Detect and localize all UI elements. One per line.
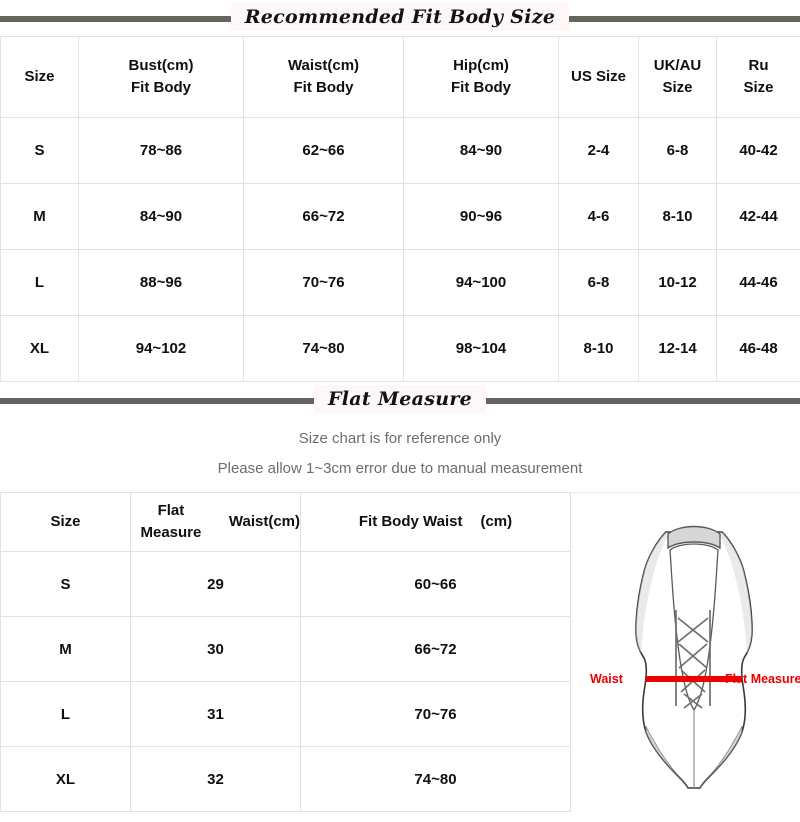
cell-fit: 60~66 bbox=[301, 552, 571, 617]
cell-us: 2-4 bbox=[559, 118, 639, 184]
cell-ru: 42-44 bbox=[717, 184, 800, 250]
header-ru-line2: Size bbox=[717, 77, 800, 100]
cell-size: M bbox=[1, 184, 79, 250]
header-flat-waist-unit: Waist(cm) bbox=[229, 511, 300, 534]
cell-size: S bbox=[1, 118, 79, 184]
header-waist-line2: Fit Body bbox=[244, 77, 403, 100]
cell-fit: 74~80 bbox=[301, 747, 571, 812]
cell-size: XL bbox=[1, 316, 79, 382]
cell-flat: 30 bbox=[131, 617, 301, 682]
header-flat-measure-label: Flat Measure bbox=[131, 500, 211, 545]
table-row: M3066~72 bbox=[1, 617, 571, 682]
cell-uk: 6-8 bbox=[639, 118, 717, 184]
measurement-notes: Size chart is for reference only Please … bbox=[0, 416, 800, 484]
header-size-label: Size bbox=[24, 68, 54, 85]
garment-illustration: Waist Flat Measure bbox=[588, 510, 800, 810]
flat-measure-label: Flat Measure bbox=[725, 673, 800, 686]
cell-flat: 32 bbox=[131, 747, 301, 812]
cell-bust: 84~90 bbox=[79, 184, 244, 250]
cell-size: XL bbox=[1, 747, 131, 812]
cell-ru: 46-48 bbox=[717, 316, 800, 382]
cell-us: 4-6 bbox=[559, 184, 639, 250]
cell-waist: 62~66 bbox=[244, 118, 404, 184]
header-hip: Hip(cm) Fit Body bbox=[404, 37, 559, 118]
cell-waist: 74~80 bbox=[244, 316, 404, 382]
header-size: Size bbox=[1, 493, 131, 552]
cell-uk: 12-14 bbox=[639, 316, 717, 382]
header-us-size: US Size bbox=[559, 37, 639, 118]
header-uk-line2: Size bbox=[639, 77, 716, 100]
waist-label: Waist bbox=[590, 673, 623, 686]
header-uk-au-size: UK/AU Size bbox=[639, 37, 717, 118]
cell-hip: 98~104 bbox=[404, 316, 559, 382]
table-row: M84~9066~7290~964-68-1042-44 bbox=[1, 184, 800, 250]
cell-hip: 90~96 bbox=[404, 184, 559, 250]
table-row: XL3274~80 bbox=[1, 747, 571, 812]
table-row: S2960~66 bbox=[1, 552, 571, 617]
cell-bust: 88~96 bbox=[79, 250, 244, 316]
table-row: XL94~10274~8098~1048-1012-1446-48 bbox=[1, 316, 800, 382]
flat-measure-section-title: Flat Measure bbox=[0, 382, 800, 416]
cell-waist: 66~72 bbox=[244, 184, 404, 250]
table-row: L3170~76 bbox=[1, 682, 571, 747]
header-us-size-label: US Size bbox=[571, 68, 626, 85]
cell-flat: 31 bbox=[131, 682, 301, 747]
header-bust-line1: Bust(cm) bbox=[79, 55, 243, 78]
header-bust: Bust(cm) Fit Body bbox=[79, 37, 244, 118]
cell-hip: 94~100 bbox=[404, 250, 559, 316]
header-waist-line1: Waist(cm) bbox=[244, 55, 403, 78]
cell-size: S bbox=[1, 552, 131, 617]
cell-uk: 10-12 bbox=[639, 250, 717, 316]
header-hip-line1: Hip(cm) bbox=[404, 55, 558, 78]
header-hip-line2: Fit Body bbox=[404, 77, 558, 100]
table-header-row: Size Flat Measure Waist(cm) Fit Body Wai… bbox=[1, 493, 571, 552]
header-fit-body-waist-label: Fit Body Waist bbox=[359, 511, 463, 534]
cell-size: L bbox=[1, 682, 131, 747]
header-uk-line1: UK/AU bbox=[639, 55, 716, 78]
cell-us: 8-10 bbox=[559, 316, 639, 382]
cell-flat: 29 bbox=[131, 552, 301, 617]
cell-fit: 66~72 bbox=[301, 617, 571, 682]
header-bust-line2: Fit Body bbox=[79, 77, 243, 100]
divider-line bbox=[570, 492, 800, 493]
cell-size: L bbox=[1, 250, 79, 316]
cell-uk: 8-10 bbox=[639, 184, 717, 250]
swimsuit-diagram-icon bbox=[588, 510, 800, 810]
header-size: Size bbox=[1, 37, 79, 118]
recommended-fit-body-size-table: Size Bust(cm) Fit Body Waist(cm) Fit Bod… bbox=[0, 36, 800, 382]
header-fit-body-waist: Fit Body Waist (cm) bbox=[301, 493, 571, 552]
fit-body-title-text: Recommended Fit Body Size bbox=[231, 3, 570, 31]
cell-bust: 78~86 bbox=[79, 118, 244, 184]
header-waist: Waist(cm) Fit Body bbox=[244, 37, 404, 118]
flat-measure-title-text: Flat Measure bbox=[314, 385, 486, 413]
cell-ru: 40-42 bbox=[717, 118, 800, 184]
header-flat-measure-waist: Flat Measure Waist(cm) bbox=[131, 493, 301, 552]
cell-us: 6-8 bbox=[559, 250, 639, 316]
flat-measure-area: Size Flat Measure Waist(cm) Fit Body Wai… bbox=[0, 492, 800, 822]
header-size-label: Size bbox=[50, 513, 80, 530]
cell-bust: 94~102 bbox=[79, 316, 244, 382]
note-manual-error: Please allow 1~3cm error due to manual m… bbox=[0, 454, 800, 484]
fit-body-section-title: Recommended Fit Body Size bbox=[0, 0, 800, 34]
table-row: S78~8662~6684~902-46-840-42 bbox=[1, 118, 800, 184]
table-header-row: Size Bust(cm) Fit Body Waist(cm) Fit Bod… bbox=[1, 37, 800, 118]
header-fit-body-unit: (cm) bbox=[480, 511, 512, 534]
cell-fit: 70~76 bbox=[301, 682, 571, 747]
cell-waist: 70~76 bbox=[244, 250, 404, 316]
cell-hip: 84~90 bbox=[404, 118, 559, 184]
cell-size: M bbox=[1, 617, 131, 682]
table-row: L88~9670~7694~1006-810-1244-46 bbox=[1, 250, 800, 316]
cell-ru: 44-46 bbox=[717, 250, 800, 316]
note-reference-only: Size chart is for reference only bbox=[0, 424, 800, 454]
flat-measure-table: Size Flat Measure Waist(cm) Fit Body Wai… bbox=[0, 492, 571, 812]
header-ru-size: Ru Size bbox=[717, 37, 800, 118]
header-ru-line1: Ru bbox=[717, 55, 800, 78]
